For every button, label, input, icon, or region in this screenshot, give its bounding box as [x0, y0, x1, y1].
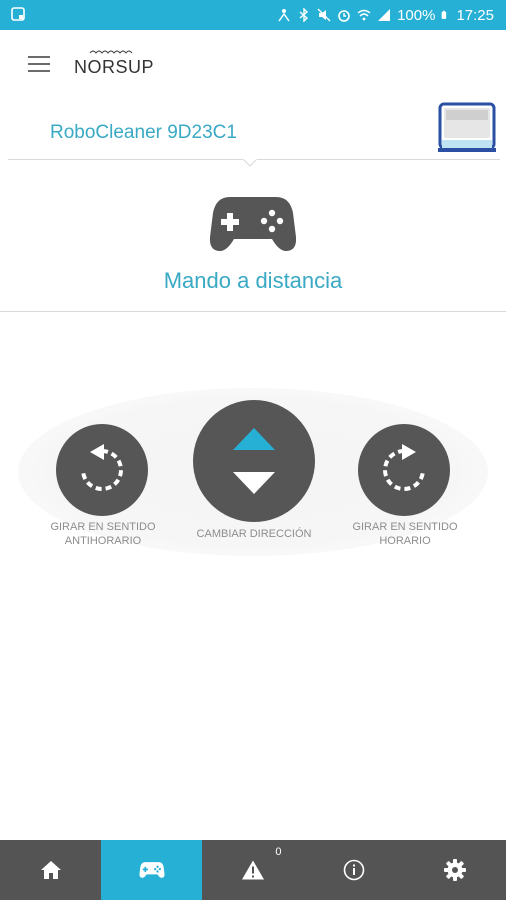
- home-icon: [40, 861, 61, 879]
- warning-icon: [241, 860, 264, 880]
- menu-icon[interactable]: [28, 56, 50, 72]
- status-bar: 100% 17:25: [0, 0, 506, 30]
- rotate-clockwise-label: GIRAR EN SENTIDO HORARIO: [352, 521, 458, 547]
- gamepad-icon: [139, 862, 165, 878]
- rotate-clockwise-button[interactable]: [358, 424, 450, 516]
- mute-icon: [317, 8, 331, 22]
- notification-icon: [11, 7, 25, 21]
- rotate-clockwise-icon: [383, 444, 425, 491]
- gamepad-icon: [210, 197, 296, 251]
- battery-icon: [442, 10, 447, 19]
- selector-notch: [243, 159, 257, 167]
- info-icon: [343, 859, 365, 881]
- logo-waves-icon: [89, 50, 133, 54]
- accessibility-icon: [278, 9, 290, 22]
- nav-home[interactable]: [0, 840, 101, 900]
- app-header: NORSUP: [0, 30, 506, 100]
- device-row[interactable]: RoboCleaner 9D23C1: [0, 100, 506, 160]
- bluetooth-icon: [299, 8, 309, 22]
- device-name: RoboCleaner 9D23C1: [50, 122, 237, 143]
- rotate-counterclockwise-label: GIRAR EN SENTIDO ANTIHORARIO: [50, 521, 156, 547]
- page-title: Mando a distancia: [163, 268, 343, 293]
- rotate-counterclockwise-button[interactable]: [56, 424, 148, 516]
- bottom-navigation: 0: [0, 840, 506, 900]
- up-down-arrows-icon: [233, 428, 275, 494]
- clock: 17:25: [456, 6, 494, 24]
- nav-settings[interactable]: [405, 840, 506, 900]
- signal-icon: [378, 9, 391, 21]
- alerts-count-badge: 0: [275, 846, 282, 858]
- divider: [0, 311, 506, 312]
- nav-alerts[interactable]: 0: [202, 840, 303, 900]
- change-direction-label: CAMBIAR DIRECCIÓN: [196, 528, 312, 540]
- gear-icon: [444, 859, 467, 881]
- wifi-icon: [357, 9, 371, 21]
- nav-remote-control[interactable]: [101, 840, 203, 900]
- logo-text: NORSUP: [74, 57, 155, 77]
- robot-cleaner-image: [438, 102, 496, 152]
- nav-info[interactable]: [304, 840, 405, 900]
- change-direction-button[interactable]: [193, 400, 315, 522]
- norsup-logo: NORSUP: [74, 48, 164, 78]
- alarm-icon: [338, 10, 350, 22]
- rotate-counterclockwise-icon: [81, 444, 123, 491]
- battery-percent: 100%: [397, 6, 436, 24]
